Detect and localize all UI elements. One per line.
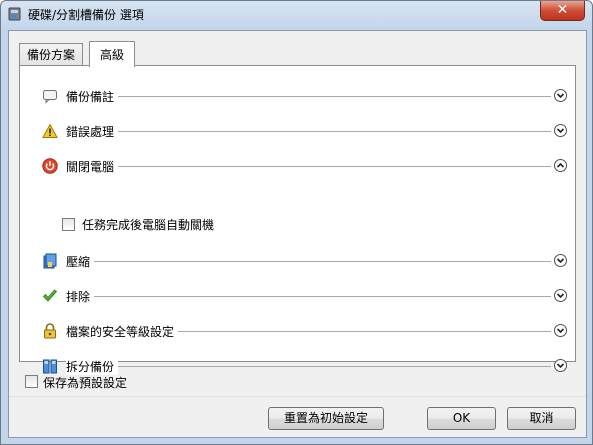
split-icon [42, 358, 58, 374]
comment-icon [42, 88, 58, 104]
ok-button[interactable]: OK [427, 407, 496, 430]
advanced-panel: 備份備註 錯誤處理 關閉電腦 任務完成後電腦自動關機 壓縮 排除 檔案的安全等級… [19, 65, 576, 375]
section-label: 檔案的安全等級設定 [66, 323, 179, 340]
window-title: 硬碟/分割槽備份 選項 [28, 8, 144, 22]
reset-defaults-button[interactable]: 重置為初始設定 [268, 407, 384, 430]
section-label: 拆分備份 [66, 358, 119, 375]
compress-icon [42, 253, 58, 269]
chevron-down-icon[interactable] [554, 359, 567, 372]
cancel-button[interactable]: 取消 [507, 407, 576, 430]
section-backup-comment[interactable]: 備份備註 [42, 86, 567, 106]
auto-shutdown-label: 任務完成後電腦自動關機 [82, 218, 215, 232]
close-icon: ✕ [556, 2, 569, 18]
chevron-up-icon[interactable] [554, 159, 567, 172]
warning-icon [42, 123, 58, 139]
footer-divider [9, 396, 586, 397]
save-as-default-label: 保存為預設設定 [43, 376, 128, 390]
checkmark-icon [42, 288, 58, 304]
divider-line [66, 261, 551, 262]
tab-label: 高級 [100, 48, 125, 62]
save-as-default-checkbox[interactable] [25, 375, 38, 388]
section-file-security[interactable]: 檔案的安全等級設定 [42, 321, 567, 341]
chevron-down-icon[interactable] [554, 324, 567, 337]
section-split-backup[interactable]: 拆分備份 [42, 356, 567, 376]
section-label: 壓縮 [66, 253, 95, 270]
dialog-client: 備份方案 高級 備份備註 錯誤處理 關閉電腦 任務完成後電腦自動關機 壓縮 排除… [8, 30, 587, 438]
section-label: 錯誤處理 [66, 123, 119, 140]
chevron-down-icon[interactable] [554, 254, 567, 267]
chevron-down-icon[interactable] [554, 89, 567, 102]
section-label: 備份備註 [66, 88, 119, 105]
section-exclusion[interactable]: 排除 [42, 286, 567, 306]
dialog-window: 硬碟/分割槽備份 選項 ✕ 備份方案 高級 備份備註 錯誤處理 關閉電腦 任務完… [0, 0, 593, 445]
tab-backup-scheme[interactable]: 備份方案 [19, 43, 84, 66]
auto-shutdown-checkbox[interactable] [62, 218, 75, 231]
divider-line [66, 166, 551, 167]
chevron-down-icon[interactable] [554, 124, 567, 137]
app-icon [7, 6, 23, 22]
divider-line [66, 366, 551, 367]
lock-icon [42, 323, 58, 339]
tab-label: 備份方案 [27, 48, 76, 62]
chevron-down-icon[interactable] [554, 289, 567, 302]
section-shutdown[interactable]: 關閉電腦 [42, 156, 567, 176]
section-compression[interactable]: 壓縮 [42, 251, 567, 271]
section-error-handling[interactable]: 錯誤處理 [42, 121, 567, 141]
divider-line [66, 131, 551, 132]
divider-line [66, 296, 551, 297]
divider-line [66, 96, 551, 97]
tab-advanced[interactable]: 高級 [89, 41, 136, 67]
close-button[interactable]: ✕ [540, 1, 585, 21]
section-label: 排除 [66, 288, 95, 305]
power-icon [42, 158, 58, 174]
section-label: 關閉電腦 [66, 158, 119, 175]
title-bar[interactable]: 硬碟/分割槽備份 選項 ✕ [1, 1, 592, 27]
